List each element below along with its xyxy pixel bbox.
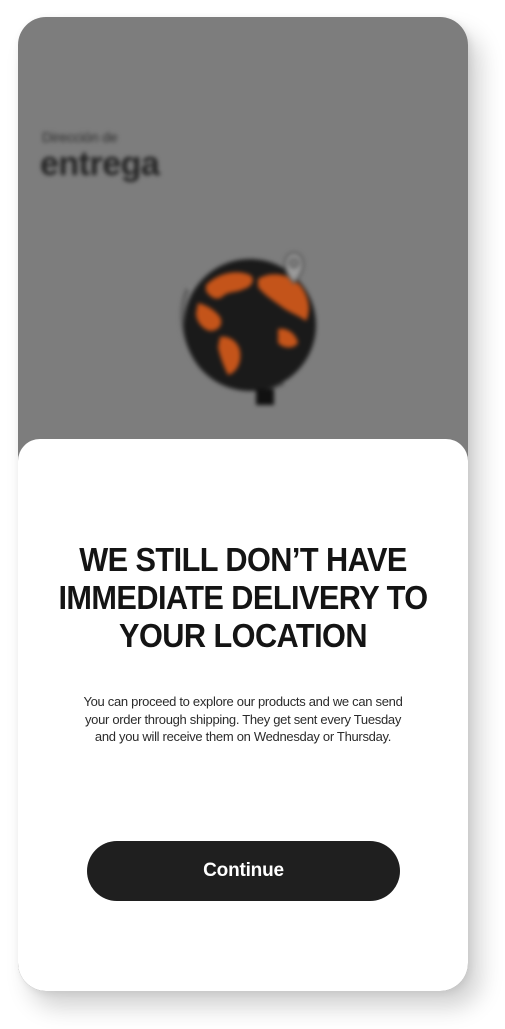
modal-description: You can proceed to explore our products … [83, 694, 403, 744]
delivery-unavailable-modal: WE STILL DON’T HAVE IMMEDIATE DELIVERY T… [18, 439, 468, 991]
phone-frame: Dirección de entrega WE STILL DON’T HAVE… [18, 17, 468, 991]
background-subtitle: Dirección de [42, 129, 118, 145]
continue-button[interactable]: Continue [87, 841, 400, 901]
background-title: entrega [40, 145, 160, 183]
globe-icon [180, 251, 316, 405]
modal-heading: WE STILL DON’T HAVE IMMEDIATE DELIVERY T… [58, 541, 428, 654]
